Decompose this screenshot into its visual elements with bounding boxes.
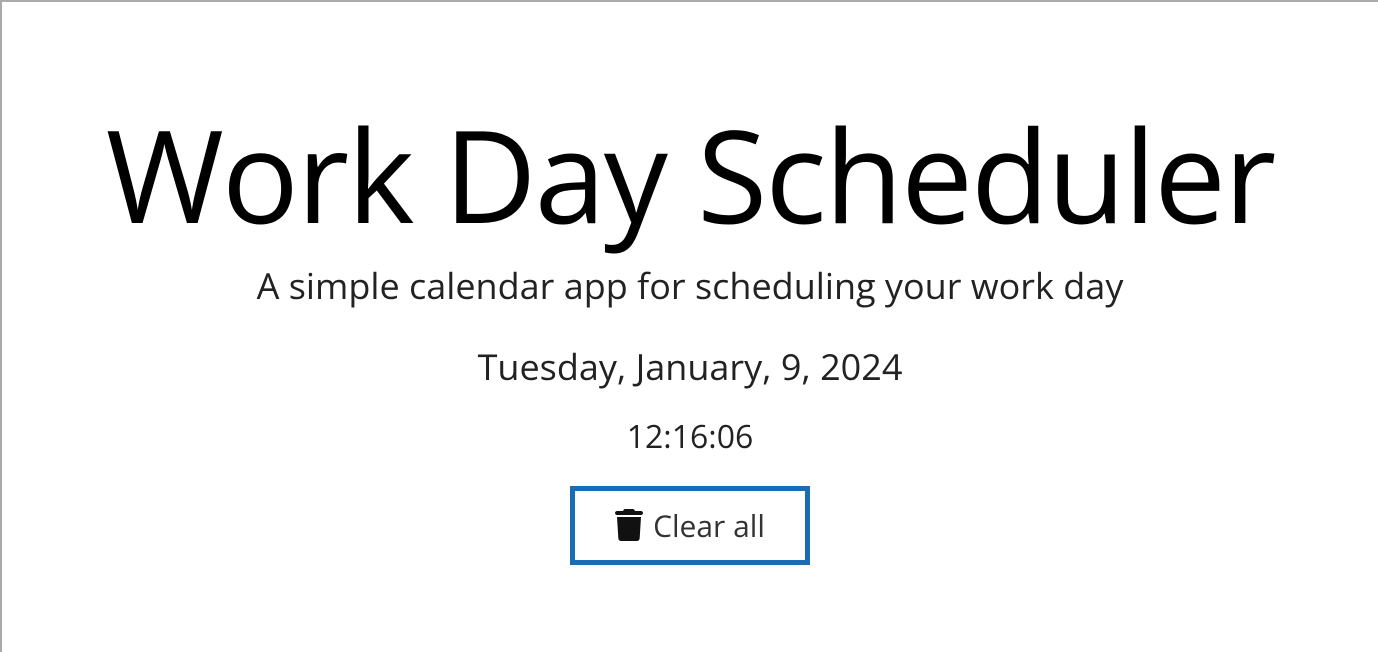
page-title: Work Day Scheduler: [2, 97, 1378, 251]
header: Work Day Scheduler A simple calendar app…: [2, 2, 1378, 565]
page-subtitle: A simple calendar app for scheduling you…: [2, 261, 1378, 310]
current-time: 12:16:06: [2, 415, 1378, 458]
clear-all-button[interactable]: Clear all: [570, 486, 810, 565]
trash-icon: [615, 509, 643, 541]
current-date: Tuesday, January, 9, 2024: [2, 342, 1378, 391]
clear-all-label: Clear all: [653, 505, 765, 546]
